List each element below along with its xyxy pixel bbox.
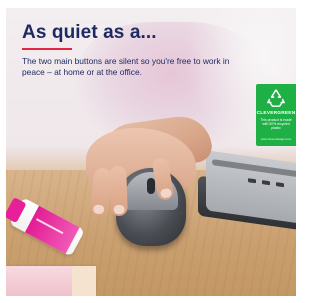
box-side bbox=[72, 266, 96, 296]
subtext: The two main buttons are silent so you'r… bbox=[22, 56, 230, 77]
badge-text: This product is made with 50% recycled p… bbox=[260, 118, 292, 130]
laptop-port bbox=[248, 178, 256, 184]
laptop-edge bbox=[212, 159, 296, 180]
product-banner: As quiet as a... The two main buttons ar… bbox=[6, 8, 296, 296]
badge-title: CLEVERGREEN bbox=[256, 111, 296, 116]
badge-url: www.cleverdesign.com bbox=[260, 137, 292, 141]
scroll-wheel bbox=[147, 178, 155, 194]
finger bbox=[109, 165, 128, 217]
laptop-port bbox=[262, 180, 270, 186]
pink-box bbox=[6, 266, 96, 296]
fingernail bbox=[113, 204, 125, 215]
fingernail bbox=[92, 204, 105, 215]
laptop-port bbox=[276, 182, 284, 188]
headline: As quiet as a... bbox=[22, 22, 157, 43]
clevergreen-badge: CLEVERGREEN This product is made with 50… bbox=[256, 84, 296, 146]
headline-underline bbox=[22, 48, 72, 50]
fingernail bbox=[159, 187, 173, 199]
recycle-icon bbox=[267, 89, 285, 107]
